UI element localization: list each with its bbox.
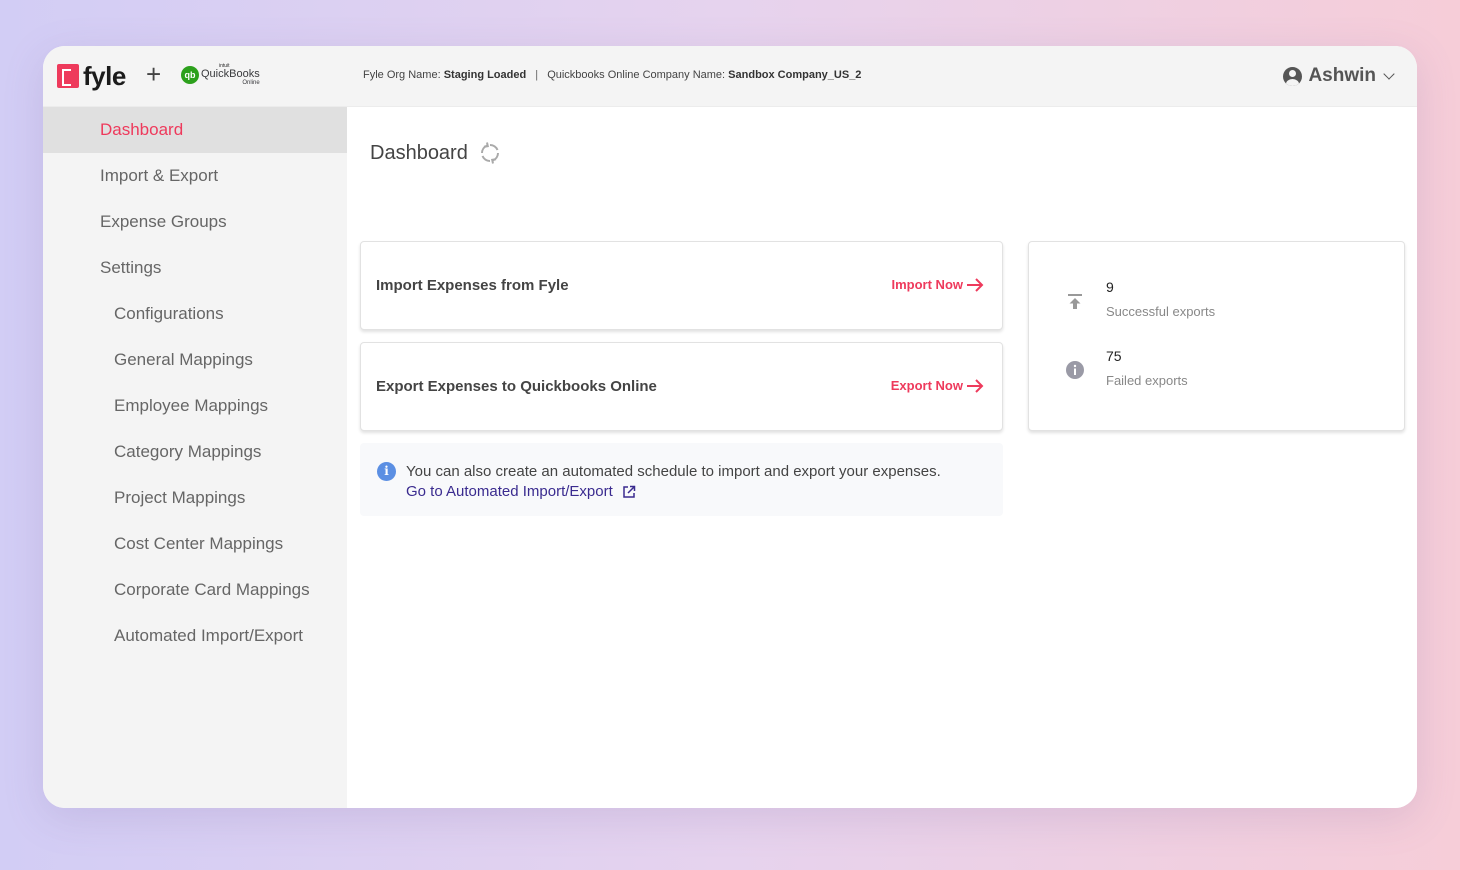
page-header: Dashboard [370, 141, 502, 165]
plus-icon: + [146, 59, 162, 89]
sidebar-item-expense-groups[interactable]: Expense Groups [43, 199, 347, 245]
export-card: Export Expenses to Quickbooks Online Exp… [360, 342, 1003, 431]
automation-info-box: i You can also create an automated sched… [360, 443, 1003, 516]
sidebar-item-import-export[interactable]: Import & Export [43, 153, 347, 199]
app-window: fyle + qb intuit QuickBooks Online Fyle … [43, 46, 1417, 808]
page-title: Dashboard [370, 141, 468, 164]
org-name-value: Staging Loaded [443, 69, 527, 81]
automated-link-label: Go to Automated Import/Export [406, 483, 613, 500]
org-info: Fyle Org Name: Staging Loaded | Quickboo… [363, 69, 861, 81]
info-icon: i [377, 462, 396, 481]
sidebar-item-automated-import-export[interactable]: Automated Import/Export [43, 613, 347, 659]
fyle-logo-icon [57, 64, 79, 88]
import-card: Import Expenses from Fyle Import Now [360, 241, 1003, 330]
info-circle-icon [1066, 361, 1084, 379]
quickbooks-logo-sub: Online [242, 80, 260, 86]
company-name-value: Sandbox Company_US_2 [728, 69, 862, 81]
quickbooks-mark-icon: qb [181, 66, 199, 84]
successful-exports-count: 9 [1106, 279, 1114, 295]
top-bar: fyle + qb intuit QuickBooks Online Fyle … [43, 46, 1417, 107]
sidebar-item-settings[interactable]: Settings [43, 245, 347, 291]
export-now-button[interactable]: Export Now [891, 378, 984, 393]
user-circle-icon [1283, 66, 1303, 86]
sidebar-item-configurations[interactable]: Configurations [43, 291, 347, 337]
user-menu[interactable]: Ashwin [1283, 65, 1395, 87]
successful-exports-label: Successful exports [1106, 304, 1216, 319]
arrow-right-icon [967, 378, 984, 393]
import-now-label: Import Now [891, 277, 964, 292]
quickbooks-logo: qb intuit QuickBooks Online [181, 64, 260, 86]
org-info-separator: | [535, 69, 539, 81]
quickbooks-logo-name: QuickBooks [201, 68, 260, 80]
chevron-down-icon [1383, 68, 1395, 80]
automated-import-export-link[interactable]: Go to Automated Import/Export [406, 483, 636, 500]
company-name-label: Quickbooks Online Company Name: [547, 69, 726, 81]
external-link-icon [623, 485, 636, 498]
upload-icon [1068, 294, 1082, 309]
successful-exports-stat[interactable]: 9 Successful exports [1065, 279, 1215, 319]
sidebar-item-project-mappings[interactable]: Project Mappings [43, 475, 347, 521]
fyle-logo-text: fyle [83, 61, 126, 91]
failed-exports-stat[interactable]: 75 Failed exports [1065, 348, 1188, 388]
user-name: Ashwin [1308, 65, 1376, 86]
import-card-label: Import Expenses from Fyle [376, 277, 569, 294]
arrow-right-icon [967, 277, 984, 292]
export-stats-card: 9 Successful exports 75 Failed exports [1028, 241, 1405, 431]
sidebar-item-corporate-card-mappings[interactable]: Corporate Card Mappings [43, 567, 347, 613]
sidebar-item-general-mappings[interactable]: General Mappings [43, 337, 347, 383]
main-content: Dashboard Import Expenses from Fyle Impo… [347, 107, 1417, 808]
org-name-label: Fyle Org Name: [363, 69, 441, 81]
sidebar-item-employee-mappings[interactable]: Employee Mappings [43, 383, 347, 429]
failed-exports-label: Failed exports [1106, 373, 1188, 388]
export-card-label: Export Expenses to Quickbooks Online [376, 378, 657, 395]
sidebar-item-dashboard[interactable]: Dashboard [43, 107, 347, 153]
sidebar: Dashboard Import & Export Expense Groups… [43, 107, 347, 808]
sidebar-item-category-mappings[interactable]: Category Mappings [43, 429, 347, 475]
import-now-button[interactable]: Import Now [892, 277, 985, 292]
export-now-label: Export Now [890, 378, 963, 393]
info-text: You can also create an automated schedul… [406, 463, 941, 480]
failed-exports-count: 75 [1106, 348, 1122, 364]
sidebar-item-cost-center-mappings[interactable]: Cost Center Mappings [43, 521, 347, 567]
sync-icon[interactable] [478, 141, 502, 165]
fyle-logo[interactable]: fyle [57, 63, 126, 89]
